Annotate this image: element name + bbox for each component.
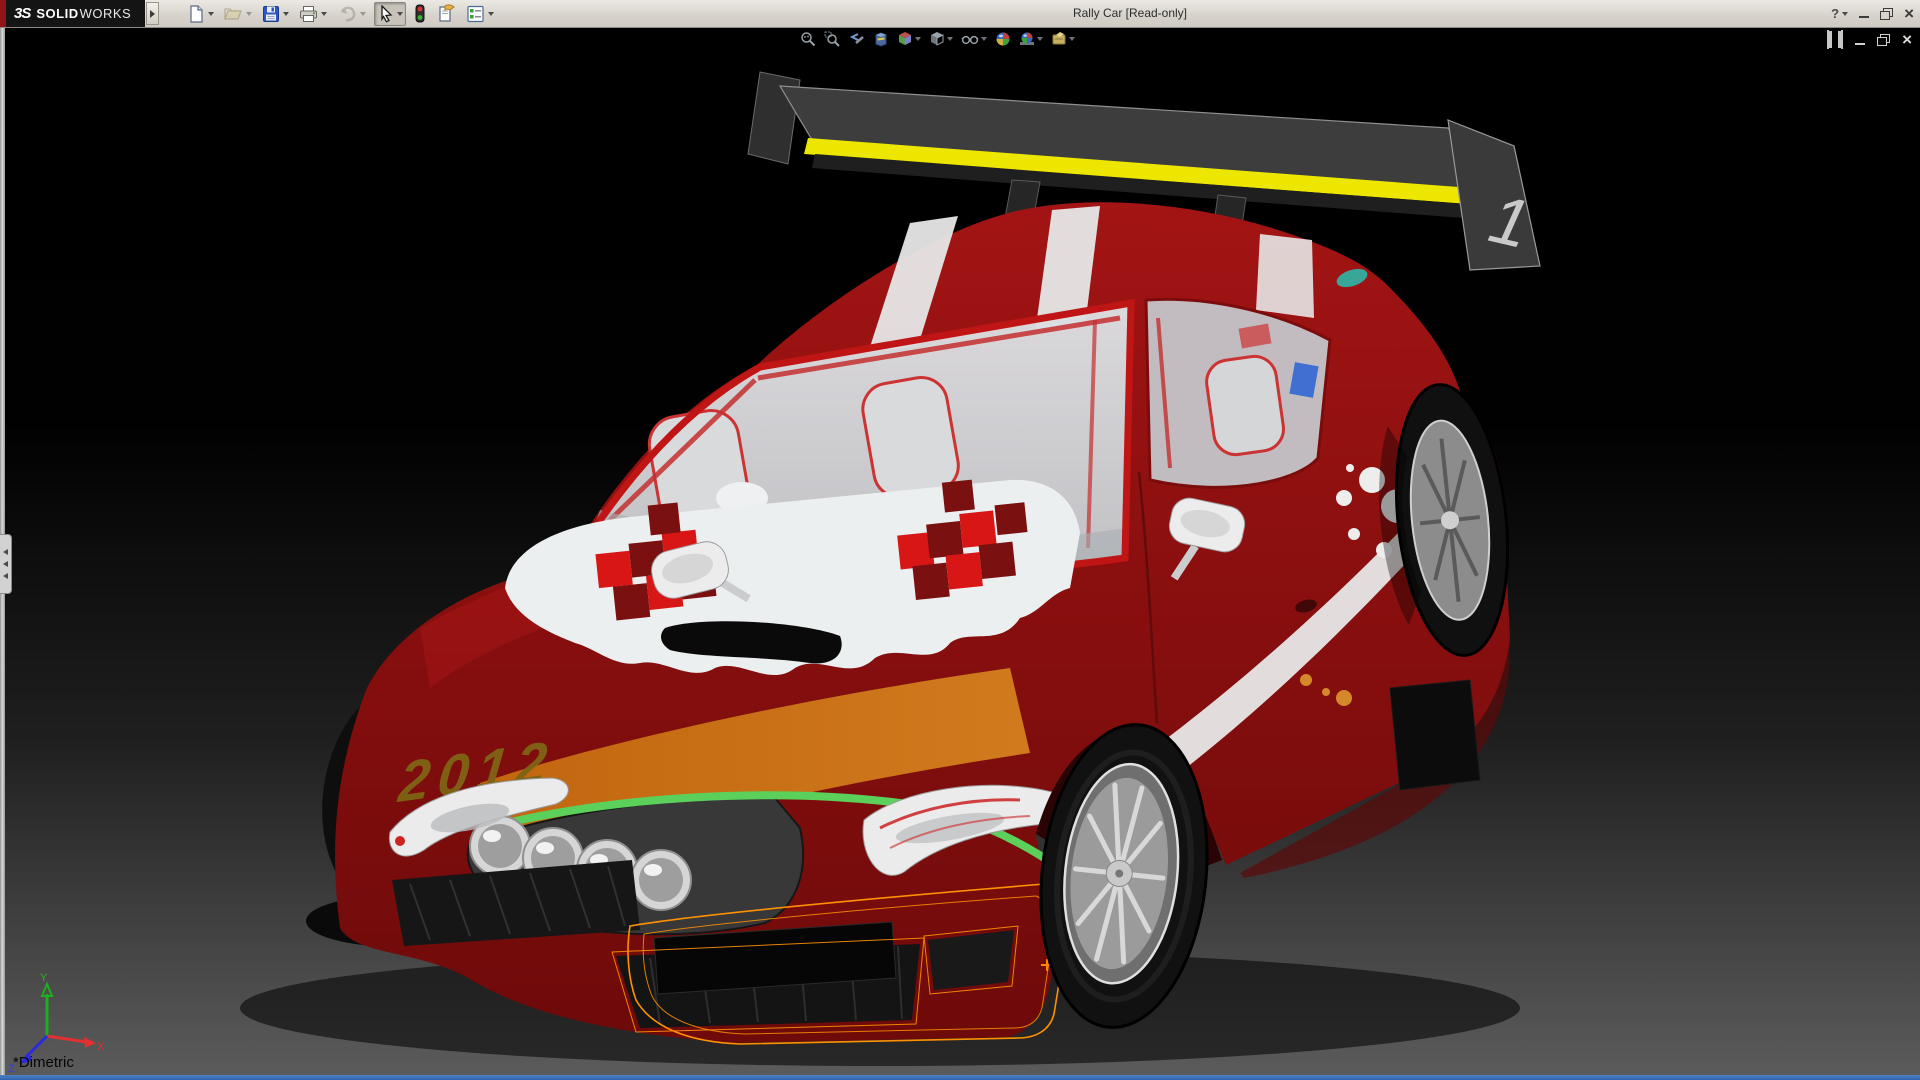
- new-document-button[interactable]: [185, 2, 216, 26]
- restore-button[interactable]: [1880, 8, 1893, 20]
- standard-toolbar: [185, 2, 496, 26]
- document-minimize-button[interactable]: [1855, 35, 1865, 45]
- open-button[interactable]: [222, 2, 254, 26]
- apply-scene-button[interactable]: [1019, 31, 1043, 47]
- view-settings-icon: [1051, 31, 1067, 47]
- minimize-icon: [1855, 43, 1865, 45]
- printer-icon: [299, 5, 318, 23]
- right-pane-icon: [1841, 30, 1843, 49]
- zoom-to-fit-button[interactable]: [800, 31, 816, 47]
- chevron-down-icon: [1842, 12, 1848, 16]
- car-3d-model[interactable]: 1: [0, 28, 1920, 1075]
- restore-icon: [1877, 34, 1890, 46]
- close-button[interactable]: ×: [1904, 0, 1914, 27]
- view-orientation-cube-icon: [897, 31, 913, 47]
- chevron-left-icon: [3, 573, 8, 579]
- display-style-icon: [929, 31, 945, 47]
- view-orientation-button[interactable]: [897, 31, 921, 47]
- show-right-pane-button[interactable]: [1841, 31, 1843, 49]
- left-pane-icon: [1827, 30, 1829, 49]
- feature-manager-collapsed-tab[interactable]: [0, 534, 12, 594]
- menu-expand-button[interactable]: [146, 2, 159, 25]
- new-document-icon: [187, 5, 205, 23]
- brand-name-light: WORKS: [80, 6, 132, 21]
- chevron-left-icon: [3, 561, 8, 567]
- solidworks-logo: 3S SOLID WORKS: [6, 0, 145, 27]
- previous-view-icon: [848, 31, 865, 47]
- chevron-down-icon: [981, 37, 987, 41]
- save-floppy-icon: [262, 5, 280, 23]
- document-window-controls: ×: [1827, 31, 1912, 49]
- document-title: Rally Car [Read-only]: [480, 0, 1780, 27]
- minimize-icon: [1859, 16, 1869, 18]
- window-controls: ? ×: [1831, 0, 1914, 27]
- file-properties-button[interactable]: [434, 2, 458, 26]
- select-button[interactable]: [374, 2, 406, 26]
- minimize-button[interactable]: [1859, 9, 1869, 18]
- view-settings-button[interactable]: [1051, 31, 1075, 47]
- display-style-button[interactable]: [929, 31, 953, 47]
- chevron-down-icon: [246, 12, 252, 16]
- title-bar: 3S SOLID WORKS: [0, 0, 1920, 28]
- taskbar-edge: [0, 1075, 1920, 1080]
- file-properties-icon: [436, 4, 456, 23]
- edit-appearance-button[interactable]: [995, 31, 1011, 47]
- undo-arrow-icon: [337, 5, 357, 23]
- document-close-button[interactable]: ×: [1902, 32, 1912, 48]
- solidworks-window: 3S SOLID WORKS: [0, 0, 1920, 1080]
- chevron-down-icon: [1037, 37, 1043, 41]
- show-left-pane-button[interactable]: [1827, 31, 1829, 49]
- save-button[interactable]: [260, 2, 291, 26]
- ds-logo-glyph: 3S: [14, 5, 30, 22]
- chevron-right-icon: [150, 10, 155, 18]
- chevron-down-icon: [321, 12, 327, 16]
- document-restore-button[interactable]: [1877, 34, 1890, 46]
- help-icon: ?: [1831, 6, 1839, 21]
- hide-show-items-button[interactable]: [961, 31, 987, 47]
- view-orientation-label: *Dimetric: [13, 1054, 74, 1071]
- triad-y-label: Y: [40, 972, 48, 984]
- graphics-viewport[interactable]: 1: [0, 28, 1920, 1075]
- chevron-left-icon: [3, 549, 8, 555]
- chevron-down-icon: [283, 12, 289, 16]
- zoom-to-fit-icon: [800, 31, 816, 47]
- brand-name-bold: SOLID: [36, 6, 78, 21]
- triad-x-label: X: [97, 1041, 105, 1053]
- open-folder-icon: [224, 5, 243, 23]
- apply-scene-icon: [1019, 31, 1035, 47]
- section-view-icon: [873, 31, 889, 47]
- restore-icon: [1880, 8, 1893, 20]
- previous-view-button[interactable]: [848, 31, 865, 47]
- rebuild-stoplight-button[interactable]: [412, 2, 428, 26]
- help-button[interactable]: ?: [1831, 6, 1848, 21]
- print-button[interactable]: [297, 2, 329, 26]
- chevron-down-icon: [360, 12, 366, 16]
- chevron-down-icon: [947, 37, 953, 41]
- section-view-button[interactable]: [873, 31, 889, 47]
- chevron-down-icon: [397, 12, 403, 16]
- chevron-down-icon: [915, 37, 921, 41]
- stoplight-icon: [414, 4, 426, 23]
- side-window[interactable]: [1146, 299, 1330, 487]
- zoom-to-area-icon: [824, 31, 840, 47]
- chevron-down-icon: [208, 12, 214, 16]
- appearance-sphere-icon: [995, 31, 1011, 47]
- chevron-down-icon: [1069, 37, 1075, 41]
- undo-button[interactable]: [335, 2, 368, 26]
- zoom-to-area-button[interactable]: [824, 31, 840, 47]
- heads-up-view-toolbar: [800, 31, 1075, 47]
- select-cursor-icon: [377, 5, 394, 23]
- glasses-icon: [961, 31, 979, 47]
